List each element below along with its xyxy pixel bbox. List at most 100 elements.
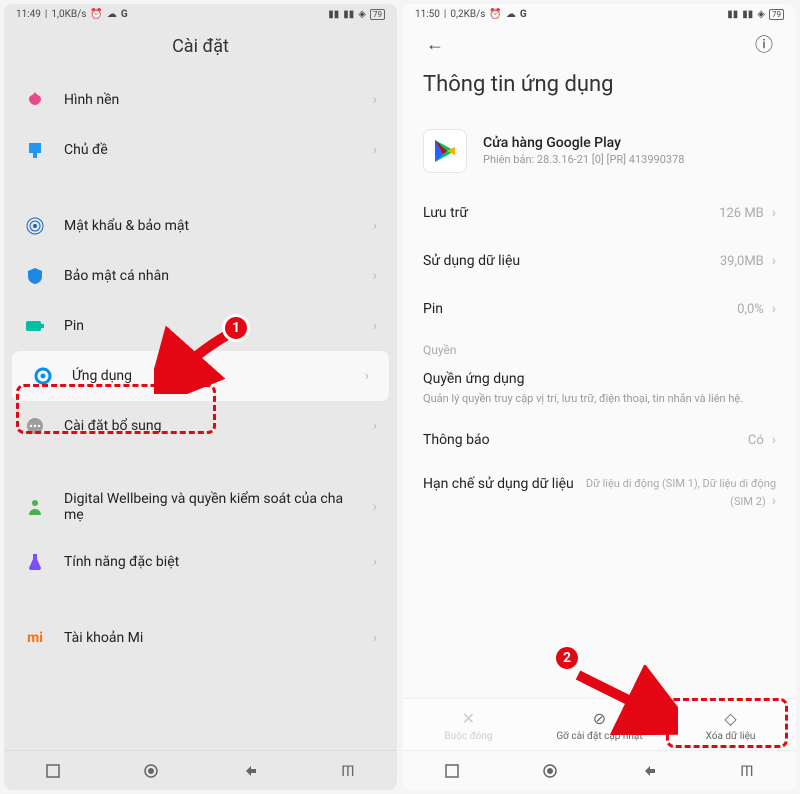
nav-bar: 𐊿 bbox=[403, 750, 796, 790]
row-apps[interactable]: Ứng dụng › bbox=[12, 351, 389, 401]
row-battery[interactable]: Pin › bbox=[4, 301, 397, 351]
chevron-right-icon: › bbox=[373, 499, 377, 515]
nav-accessibility-button[interactable]: 𐊿 bbox=[738, 762, 756, 780]
battery-icon bbox=[24, 315, 46, 337]
uninstall-updates-button[interactable]: ⊘ Gỡ cài đặt cập nhật bbox=[534, 699, 665, 750]
info-button[interactable]: ⓘ bbox=[752, 32, 776, 56]
person-icon bbox=[24, 496, 46, 518]
alarm-icon: ⏰ bbox=[90, 9, 102, 20]
dots-icon bbox=[24, 415, 46, 437]
row-battery-usage[interactable]: Pin 0,0%› bbox=[403, 285, 796, 333]
theme-icon bbox=[24, 139, 46, 161]
chevron-right-icon: › bbox=[365, 368, 369, 384]
chevron-right-icon: › bbox=[772, 301, 776, 317]
battery-icon: 79 bbox=[769, 9, 784, 20]
row-security[interactable]: Mật khẩu & bảo mật › bbox=[4, 201, 397, 251]
chevron-right-icon: › bbox=[373, 268, 377, 284]
chevron-right-icon: › bbox=[772, 493, 776, 509]
bottom-actions: ✕ Buộc đóng ⊘ Gỡ cài đặt cập nhật ◇ Xóa … bbox=[403, 698, 796, 750]
chevron-right-icon: › bbox=[772, 253, 776, 269]
row-label: Tính năng đặc biệt bbox=[64, 554, 355, 570]
nav-back-button[interactable] bbox=[640, 762, 658, 780]
badge-2: 2 bbox=[553, 644, 581, 672]
app-header: Cửa hàng Google Play Phiên bản: 28.3.16-… bbox=[403, 113, 796, 189]
row-wallpaper[interactable]: Hình nền › bbox=[4, 75, 397, 125]
row-label: Bảo mật cá nhân bbox=[64, 268, 355, 284]
row-special[interactable]: Tính năng đặc biệt › bbox=[4, 537, 397, 587]
signal-icon: ▮▮ bbox=[727, 9, 738, 20]
app-version: Phiên bản: 28.3.16-21 [0] [PR] 413990378 bbox=[483, 153, 684, 167]
phone-app-info: 11:50 | 0,2KB/s ⏰ ☁ G ▮▮ ▮▮ ◈ 79 ← ⓘ Thô… bbox=[403, 4, 796, 790]
nav-accessibility-button[interactable]: 𐊿 bbox=[339, 762, 357, 780]
nav-menu-button[interactable] bbox=[44, 762, 62, 780]
status-speed: 0,2KB/s bbox=[450, 9, 485, 20]
row-label: Hình nền bbox=[64, 92, 355, 108]
row-label: Ứng dụng bbox=[72, 368, 347, 384]
nav-home-button[interactable] bbox=[541, 762, 559, 780]
row-label: Cài đặt bổ sung bbox=[64, 418, 355, 434]
app-name: Cửa hàng Google Play bbox=[483, 135, 684, 151]
mi-icon: mi bbox=[24, 627, 46, 649]
g-icon: G bbox=[121, 9, 128, 20]
section-permissions: Quyền bbox=[403, 333, 796, 361]
row-label: Mật khẩu & bảo mật bbox=[64, 218, 355, 234]
forbidden-icon: ⊘ bbox=[591, 709, 609, 727]
row-privacy[interactable]: Bảo mật cá nhân › bbox=[4, 251, 397, 301]
battery-icon: 79 bbox=[370, 9, 385, 20]
alarm-icon: ⏰ bbox=[489, 9, 501, 20]
nav-bar: 𐊿 bbox=[4, 750, 397, 790]
phone-settings: 11:49 | 1,0KB/s ⏰ ☁ G ▮▮ ▮▮ ◈ 79 Cài đặt… bbox=[4, 4, 397, 790]
status-speed: 1,0KB/s bbox=[51, 9, 86, 20]
wifi-icon: ◈ bbox=[757, 9, 765, 20]
signal-icon-2: ▮▮ bbox=[343, 9, 354, 20]
wifi-icon: ◈ bbox=[358, 9, 366, 20]
chevron-right-icon: › bbox=[373, 630, 377, 646]
clear-data-button[interactable]: ◇ Xóa dữ liệu bbox=[665, 699, 796, 750]
row-notifications[interactable]: Thông báo Có› bbox=[403, 416, 796, 464]
row-storage[interactable]: Lưu trữ 126 MB› bbox=[403, 189, 796, 237]
row-restrict-data[interactable]: Hạn chế sử dụng dữ liệu Dữ liệu di động … bbox=[403, 464, 796, 523]
gear-icon bbox=[32, 365, 54, 387]
chevron-right-icon: › bbox=[373, 418, 377, 434]
row-mi-account[interactable]: mi Tài khoản Mi › bbox=[4, 613, 397, 663]
chevron-right-icon: › bbox=[772, 205, 776, 221]
row-wellbeing[interactable]: Digital Wellbeing và quyền kiểm soát của… bbox=[4, 477, 397, 537]
chevron-right-icon: › bbox=[772, 432, 776, 448]
badge-1: 1 bbox=[222, 314, 250, 342]
page-title: Cài đặt bbox=[4, 24, 397, 75]
chevron-right-icon: › bbox=[373, 92, 377, 108]
status-time: 11:49 bbox=[16, 9, 41, 20]
nav-back-button[interactable] bbox=[241, 762, 259, 780]
force-stop-button[interactable]: ✕ Buộc đóng bbox=[403, 699, 534, 750]
status-bar: 11:50 | 0,2KB/s ⏰ ☁ G ▮▮ ▮▮ ◈ 79 bbox=[403, 4, 796, 24]
chevron-right-icon: › bbox=[373, 218, 377, 234]
chevron-right-icon: › bbox=[373, 318, 377, 334]
eraser-icon: ◇ bbox=[722, 709, 740, 727]
back-button[interactable]: ← bbox=[423, 32, 447, 56]
row-app-permissions[interactable]: Quyền ứng dụng Quản lý quyền truy cập vị… bbox=[403, 361, 796, 416]
shield-icon bbox=[24, 265, 46, 287]
lab-icon bbox=[24, 551, 46, 573]
status-time: 11:50 bbox=[415, 9, 440, 20]
row-label: Pin bbox=[64, 318, 355, 334]
wallpaper-icon bbox=[24, 89, 46, 111]
nav-home-button[interactable] bbox=[142, 762, 160, 780]
sync-icon: ☁ bbox=[506, 9, 516, 20]
sync-icon: ☁ bbox=[107, 9, 117, 20]
row-label: Tài khoản Mi bbox=[64, 630, 355, 646]
row-theme[interactable]: Chủ đề › bbox=[4, 125, 397, 175]
page-title: Thông tin ứng dụng bbox=[403, 64, 796, 113]
row-more[interactable]: Cài đặt bổ sung › bbox=[4, 401, 397, 451]
g-icon: G bbox=[520, 9, 527, 20]
row-label: Chủ đề bbox=[64, 142, 355, 158]
status-bar: 11:49 | 1,0KB/s ⏰ ☁ G ▮▮ ▮▮ ◈ 79 bbox=[4, 4, 397, 24]
play-store-icon bbox=[423, 129, 467, 173]
nav-menu-button[interactable] bbox=[443, 762, 461, 780]
fingerprint-icon bbox=[24, 215, 46, 237]
chevron-right-icon: › bbox=[373, 554, 377, 570]
chevron-right-icon: › bbox=[373, 142, 377, 158]
row-data-usage[interactable]: Sử dụng dữ liệu 39,0MB› bbox=[403, 237, 796, 285]
close-icon: ✕ bbox=[460, 709, 478, 727]
signal-icon: ▮▮ bbox=[328, 9, 339, 20]
signal-icon-2: ▮▮ bbox=[742, 9, 753, 20]
